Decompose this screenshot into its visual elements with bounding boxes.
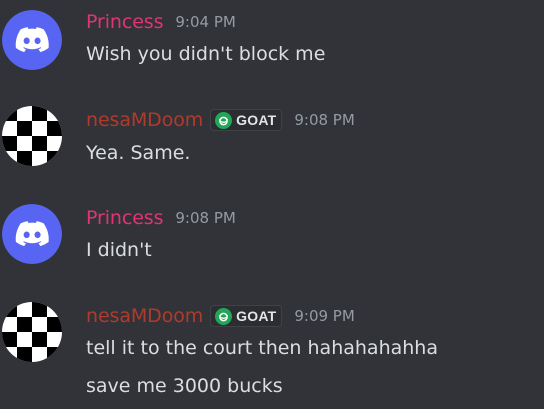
timestamp[interactable]: 9:08 PM bbox=[294, 111, 354, 129]
discord-logo-icon bbox=[2, 204, 62, 264]
guild-tag-label: GOAT bbox=[236, 112, 277, 128]
guild-tag[interactable]: GOAT bbox=[210, 109, 283, 131]
timestamp[interactable]: 9:04 PM bbox=[175, 13, 235, 31]
guild-tag-label: GOAT bbox=[236, 308, 277, 324]
guild-tag-icon bbox=[215, 111, 233, 129]
message-header: nesaMDoom GOAT 9:08 PM bbox=[86, 108, 355, 132]
avatar[interactable] bbox=[2, 302, 62, 362]
username[interactable]: Princess bbox=[86, 11, 163, 33]
message-header: nesaMDoom GOAT 9:09 PM bbox=[86, 304, 355, 328]
message-text: I didn't bbox=[86, 239, 152, 261]
checker-avatar-icon bbox=[2, 106, 62, 166]
message-header: Princess 9:08 PM bbox=[86, 206, 236, 230]
guild-tag-icon bbox=[215, 307, 233, 325]
chat-messages: Princess 9:04 PM Wish you didn't block m… bbox=[0, 0, 544, 409]
username[interactable]: Princess bbox=[86, 207, 163, 229]
message-text: tell it to the court then hahahahahha bbox=[86, 337, 438, 359]
timestamp[interactable]: 9:09 PM bbox=[294, 307, 354, 325]
discord-logo-icon bbox=[2, 10, 62, 70]
avatar[interactable] bbox=[2, 10, 62, 70]
message-text: Wish you didn't block me bbox=[86, 43, 326, 65]
message-header: Princess 9:04 PM bbox=[86, 10, 236, 34]
checker-avatar-icon bbox=[2, 302, 62, 362]
timestamp[interactable]: 9:08 PM bbox=[175, 209, 235, 227]
guild-tag[interactable]: GOAT bbox=[210, 305, 283, 327]
message-text: save me 3000 bucks bbox=[86, 375, 283, 397]
username[interactable]: nesaMDoom bbox=[86, 305, 203, 327]
avatar[interactable] bbox=[2, 106, 62, 166]
avatar[interactable] bbox=[2, 204, 62, 264]
message-text: Yea. Same. bbox=[86, 142, 191, 164]
username[interactable]: nesaMDoom bbox=[86, 109, 203, 131]
